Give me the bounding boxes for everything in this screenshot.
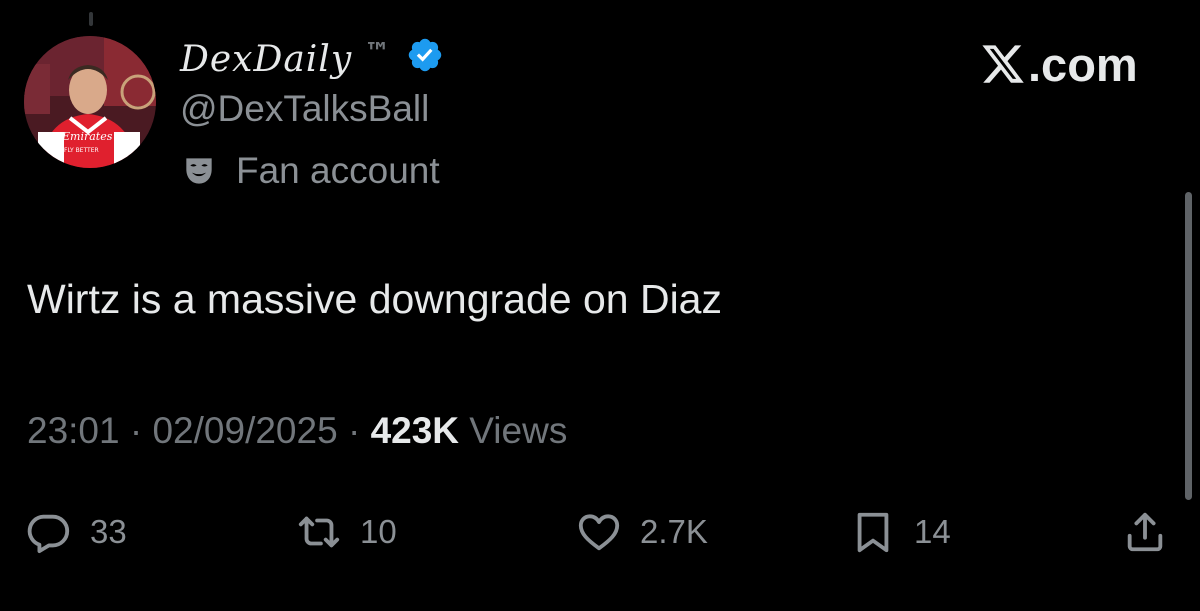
avatar-jersey-tagline: FLY BETTER	[64, 147, 99, 154]
tweet-date[interactable]: 02/09/2025	[152, 410, 337, 451]
meta-separator: ·	[347, 410, 361, 451]
account-label-row: Fan account	[180, 148, 440, 194]
share-button[interactable]	[1122, 502, 1168, 562]
share-icon	[1127, 512, 1163, 552]
bookmark-icon	[857, 512, 889, 553]
bookmark-count: 14	[914, 513, 951, 550]
tweet-time[interactable]: 23:01	[27, 410, 120, 451]
like-button[interactable]: 2.7K	[576, 502, 708, 562]
display-name[interactable]: DexDaily	[180, 39, 352, 80]
heart-icon	[578, 514, 620, 551]
theater-mask-icon	[180, 152, 218, 190]
avatar[interactable]: Emirates FLY BETTER	[24, 36, 156, 168]
trademark-badge: ™	[364, 38, 391, 68]
site-wordmark: .com	[980, 34, 1138, 94]
repost-count: 10	[360, 513, 397, 550]
site-wordmark-text: .com	[1028, 37, 1138, 91]
repost-icon	[298, 516, 340, 548]
avatar-image: Emirates FLY BETTER	[24, 36, 156, 168]
repost-button[interactable]: 10	[296, 502, 397, 562]
tweet-text: Wirtz is a massive downgrade on Diaz	[27, 276, 722, 322]
x-logo-icon	[980, 41, 1026, 87]
action-bar: 33 10 2.7K 14	[0, 502, 1200, 562]
meta-separator: ·	[129, 410, 143, 451]
thread-connector-line	[89, 12, 93, 26]
account-label: Fan account	[236, 150, 440, 191]
verified-badge-icon[interactable]	[406, 36, 444, 74]
author-name-row: DexDaily ™	[180, 34, 444, 84]
author-handle[interactable]: @DexTalksBall	[180, 88, 429, 130]
avatar-jersey-sponsor: Emirates	[61, 130, 113, 143]
reply-count: 33	[90, 513, 127, 550]
reply-icon	[27, 514, 70, 554]
reply-button[interactable]: 33	[26, 502, 127, 562]
bookmark-button[interactable]: 14	[850, 502, 951, 562]
scrollbar-thumb[interactable]	[1185, 192, 1192, 500]
views-label: Views	[469, 410, 568, 451]
tweet-meta: 23:01 · 02/09/2025 · 423K Views	[27, 410, 567, 452]
like-count: 2.7K	[640, 513, 708, 550]
views-count[interactable]: 423K	[371, 410, 459, 451]
